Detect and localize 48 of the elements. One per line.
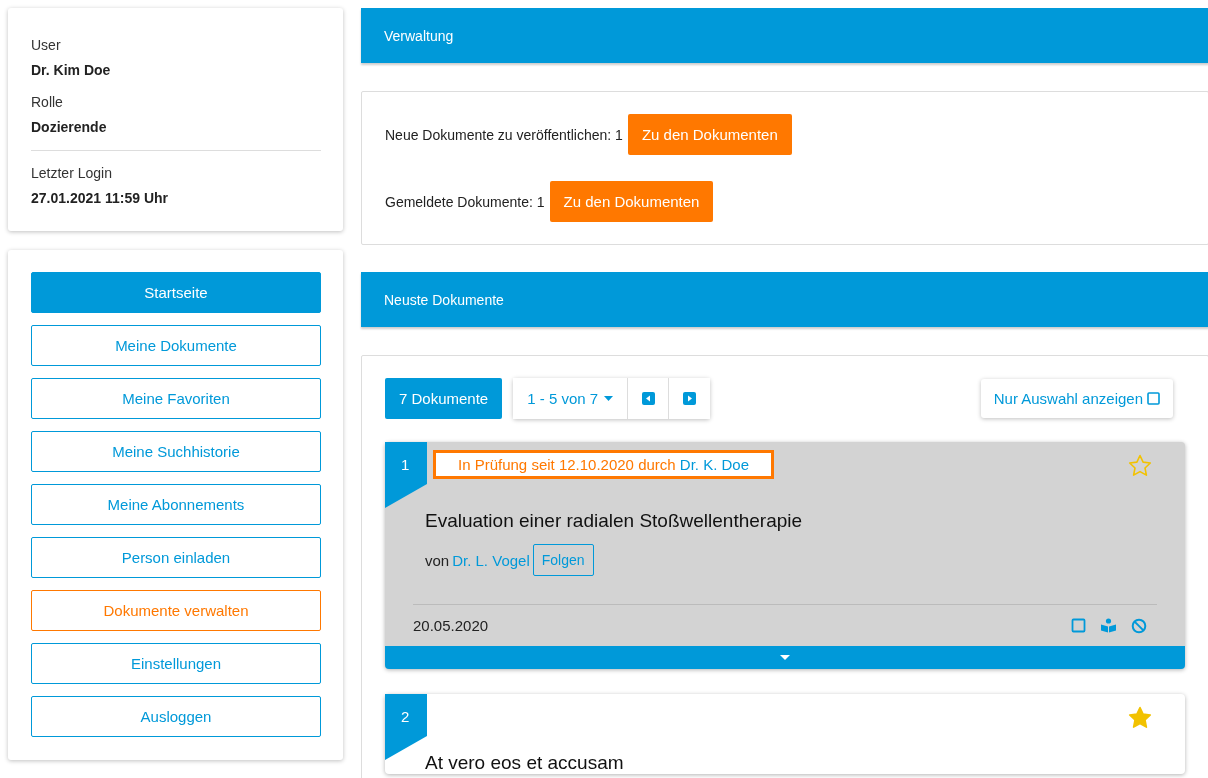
follow-button[interactable]: Folgen xyxy=(532,544,594,576)
checkbox-icon[interactable] xyxy=(1071,618,1086,633)
nav-button[interactable]: Meine Favoriten xyxy=(31,378,321,419)
author-link[interactable]: Dr. L. Vogel xyxy=(452,551,530,569)
number-badge-background xyxy=(385,442,427,508)
by-label: von xyxy=(425,551,450,569)
count-button[interactable]: 7 Dokumente xyxy=(385,378,503,419)
document-number: 2 xyxy=(401,708,410,725)
admin-text: Neue Dokumente zu veröffentlichen: 1 xyxy=(385,126,623,143)
filter-button[interactable]: Nur Auswahl anzeigen xyxy=(980,379,1173,418)
star-icon[interactable] xyxy=(1128,454,1152,477)
document-title[interactable]: Evaluation einer radialen Stoßwellentherapie xyxy=(425,510,1157,532)
nav-button[interactable]: Person einladen xyxy=(31,537,321,578)
reviewer-link[interactable]: Dr. K. Doe xyxy=(679,455,750,473)
field-label: Rolle xyxy=(31,94,64,110)
documents-button[interactable]: Zu den Dokumenten xyxy=(627,114,792,155)
field-value: 27.01.2021 11:59 Uhr xyxy=(31,190,169,206)
review-status: In Prüfung seit 12.10.2020 durch Dr. K. Doe xyxy=(433,449,775,479)
field-label: User xyxy=(31,37,62,53)
field-value: Dozierende xyxy=(31,119,108,135)
block-icon[interactable] xyxy=(1131,617,1147,634)
nav-button[interactable]: Dokumente verwalten xyxy=(31,590,321,631)
document-date: 20.05.2020 xyxy=(413,617,489,634)
checkbox-icon xyxy=(1147,392,1160,405)
section-header: Verwaltung xyxy=(361,8,1208,63)
admin-text: Gemeldete Dokumente: 1 xyxy=(385,193,545,210)
previous-page-button[interactable] xyxy=(628,378,670,419)
number-badge-background xyxy=(385,694,427,760)
nav-button[interactable]: Ausloggen xyxy=(31,696,321,737)
previous-icon xyxy=(641,392,655,405)
nav-button[interactable]: Einstellungen xyxy=(31,643,321,684)
field-label: Letzter Login xyxy=(31,165,113,181)
reader-icon[interactable] xyxy=(1100,618,1117,633)
nav-button[interactable]: Meine Abonnements xyxy=(31,484,321,525)
document-title[interactable]: At vero eos et accusam xyxy=(425,752,1157,774)
nav-button[interactable]: Startseite xyxy=(31,272,321,313)
caret-icon xyxy=(604,396,614,401)
section-header: Neuste Dokumente xyxy=(361,272,1208,327)
caret-icon xyxy=(780,655,790,660)
range-dropdown[interactable]: 1 - 5 von 7 xyxy=(513,378,629,419)
document-number: 1 xyxy=(401,456,410,473)
nav-button[interactable]: Meine Dokumente xyxy=(31,325,321,366)
nav-button[interactable]: Meine Suchhistorie xyxy=(31,431,321,472)
documents-button[interactable]: Zu den Dokumenten xyxy=(549,181,714,222)
field-value: Dr. Kim Doe xyxy=(31,62,112,78)
next-page-button[interactable] xyxy=(669,378,711,419)
star-icon[interactable] xyxy=(1128,706,1152,729)
next-icon xyxy=(683,392,697,405)
